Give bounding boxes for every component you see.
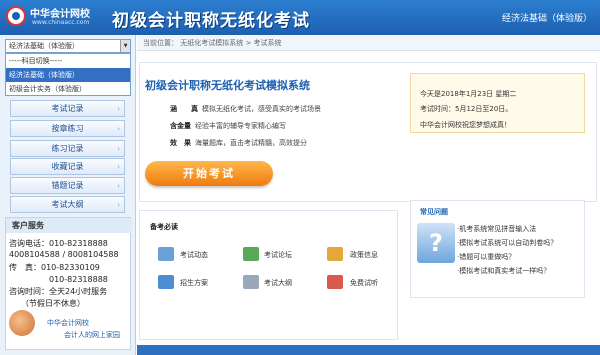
enrollment-icon[interactable]: [158, 275, 174, 289]
feature-key: 效 果: [170, 139, 191, 147]
menu-item-exam-record[interactable]: 考试记录 ›: [10, 100, 125, 117]
exam-time: 考试时间：5月12日至20日。: [420, 105, 513, 113]
feature-key: 含金量: [170, 122, 191, 130]
logo-url: www.chinaacc.com: [32, 19, 90, 26]
service-avatar: [9, 310, 35, 336]
menu-label: 按章练习: [51, 124, 84, 133]
chevron-right-icon: ›: [117, 182, 120, 190]
faq-title: 常见问题: [420, 208, 448, 216]
feature-realistic: 涵 真模拟无纸化考试，感受真实的考试场景: [170, 104, 321, 114]
service-hours: 咨询时间：全天24小时服务: [9, 287, 108, 296]
menu-item-practice-record[interactable]: 练习记录 ›: [10, 140, 125, 157]
feature-value-content: 含金量 经验丰富的辅导专家精心编写: [170, 121, 286, 131]
start-exam-button[interactable]: 开始考试: [145, 161, 273, 186]
chevron-right-icon: ›: [117, 105, 120, 113]
menu-label: 错题记录: [51, 181, 84, 190]
edition-label: 经济法基础（体验版）: [501, 14, 592, 24]
free-trial-icon[interactable]: [327, 275, 343, 289]
menu-label: 练习记录: [51, 144, 84, 153]
service-phone: 咨询电话：010-82318888: [9, 239, 108, 248]
feature-key: 涵 真: [170, 105, 198, 113]
news-icon[interactable]: [158, 247, 174, 261]
subject-select-value: 经济法基础（体验版）: [9, 42, 79, 50]
welcome-title: 初级会计职称无纸化考试模拟系统: [145, 79, 310, 92]
today-date: 今天是2018年1月23日 星期二: [420, 90, 517, 98]
tool-policy-info[interactable]: 政策信息: [350, 250, 378, 260]
forum-icon[interactable]: [243, 247, 259, 261]
service-fax-2: 010-82318888: [9, 275, 108, 284]
dropdown-option-accounting-practice[interactable]: 初级会计实务（体验版）: [6, 82, 130, 96]
feature-effect: 效 果海量题库，直击考试精髓，高效提分: [170, 138, 307, 148]
feature-value: 模拟无纸化考试，感受真实的考试场景: [202, 105, 321, 113]
menu-item-syllabus[interactable]: 考试大纲 ›: [10, 196, 125, 213]
subject-dropdown: -----科目切换----- 经济法基础（体验版） 初级会计实务（体验版）: [5, 53, 131, 96]
breadcrumb[interactable]: 当前位置： 无纸化考试模拟系统 > 考试系统: [137, 35, 600, 51]
question-mark-icon: ?: [417, 223, 455, 263]
subject-select[interactable]: 经济法基础（体验版） ▼: [5, 39, 131, 53]
service-hotline: 4008104588 / 8008104588: [9, 250, 119, 259]
bottom-bar: [137, 345, 600, 355]
chevron-right-icon: ›: [117, 145, 120, 153]
logo-icon: [6, 6, 26, 26]
menu-label: 收藏记录: [51, 162, 84, 171]
customer-service-title: 客户服务: [6, 218, 132, 233]
service-hours-note: （节假日不休息）: [9, 299, 85, 308]
tool-exam-news[interactable]: 考试动态: [180, 250, 208, 260]
dropdown-option-header[interactable]: -----科目切换-----: [6, 54, 130, 68]
tool-exam-forum[interactable]: 考试论坛: [264, 250, 292, 260]
system-title: 初级会计职称无纸化考试: [112, 11, 310, 31]
feature-value: 海量题库，直击考试精髓，高效提分: [195, 139, 307, 147]
menu-label: 考试大纲: [51, 200, 84, 209]
tool-free-trial[interactable]: 免费试听: [350, 278, 378, 288]
chevron-right-icon: ›: [117, 201, 120, 209]
chevron-right-icon: ›: [117, 163, 120, 171]
faq-item-redo[interactable]: ·错题可以重做吗？: [457, 252, 515, 262]
wish-text: 中华会计网校祝您梦想成真！: [420, 121, 511, 129]
footer-brand: 中华会计网校: [47, 319, 89, 327]
menu-item-favorites[interactable]: 收藏记录 ›: [10, 158, 125, 175]
faq-item-auto-grade[interactable]: ·模拟考试系统可以自动判卷吗？: [457, 238, 557, 248]
exam-guide-title: 备考必读: [150, 223, 178, 231]
menu-item-wrong-questions[interactable]: 错题记录 ›: [10, 177, 125, 194]
tool-enrollment[interactable]: 招生方案: [180, 278, 208, 288]
chevron-down-icon[interactable]: ▼: [120, 40, 130, 52]
chevron-right-icon: ›: [117, 125, 120, 133]
footer-slogan: 会计人的网上家园: [64, 331, 120, 339]
faq-item-input-method[interactable]: ·机考系统常见拼音输入法: [457, 224, 536, 234]
faq-item-same-as-real[interactable]: ·模拟考试和真实考试一样吗？: [457, 266, 550, 276]
logo-name: 中华会计网校: [30, 9, 90, 20]
menu-label: 考试记录: [51, 104, 84, 113]
dropdown-option-economic-law[interactable]: 经济法基础（体验版）: [6, 68, 130, 82]
policy-icon[interactable]: [327, 247, 343, 261]
feature-value: 经验丰富的辅导专家精心编写: [195, 122, 286, 130]
syllabus-icon[interactable]: [243, 275, 259, 289]
menu-item-chapter-practice[interactable]: 按章练习 ›: [10, 120, 125, 137]
service-fax: 传 真：010-82330109: [9, 263, 100, 272]
tool-syllabus[interactable]: 考试大纲: [264, 278, 292, 288]
